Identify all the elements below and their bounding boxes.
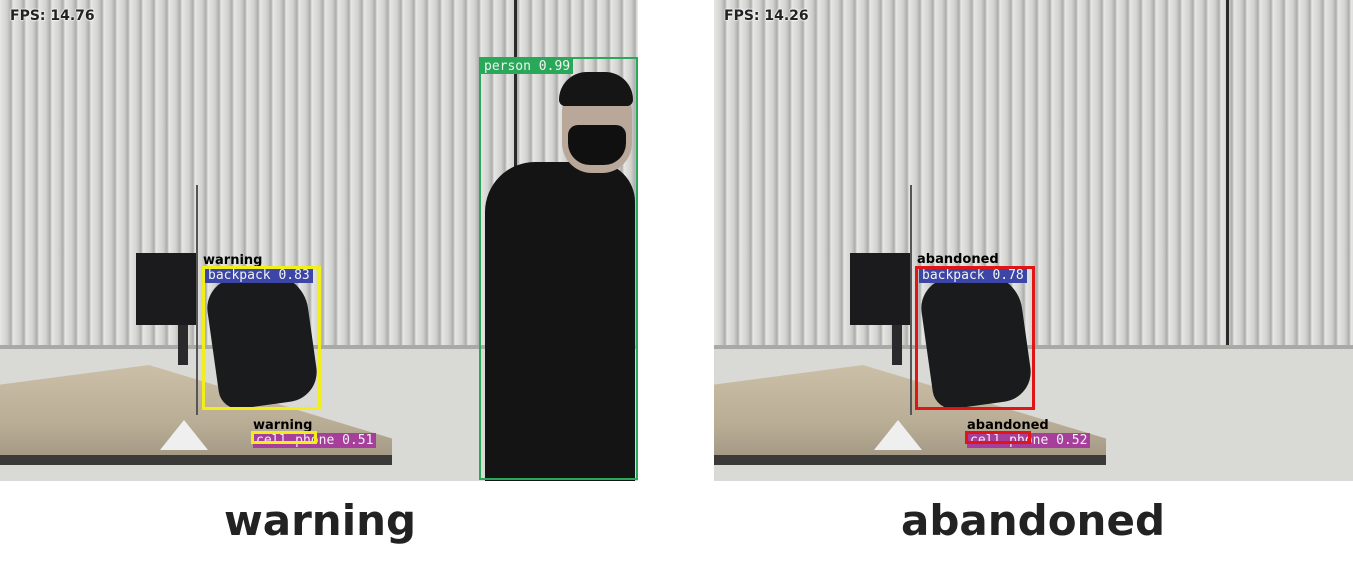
monitor — [136, 253, 196, 325]
stand-pole — [196, 185, 198, 415]
monitor-stand — [178, 325, 188, 365]
caption-warning: warning — [223, 496, 417, 545]
video-frame-left: FPS: 14.76 person 0.99 warning backpack … — [0, 0, 638, 481]
desk-edge — [714, 455, 1106, 465]
fps-counter: FPS: 14.26 — [724, 8, 809, 24]
person-bounding-box — [479, 57, 638, 480]
video-frame-right: FPS: 14.26 abandoned backpack 0.78 aband… — [714, 0, 1353, 481]
desk-edge — [0, 455, 392, 465]
white-stand — [160, 420, 208, 450]
caption-abandoned: abandoned — [900, 496, 1166, 545]
white-stand — [874, 420, 922, 450]
blind-gap — [1226, 0, 1229, 345]
fps-counter: FPS: 14.76 — [10, 8, 95, 24]
backpack-state-label: abandoned — [917, 252, 999, 267]
backpack-bounding-box — [915, 266, 1035, 410]
stand-pole — [910, 185, 912, 415]
cell-phone-bounding-box — [965, 431, 1031, 444]
backpack-bounding-box — [202, 266, 321, 410]
person-detection-label: person 0.99 — [481, 59, 574, 74]
monitor-stand — [892, 325, 902, 365]
cell-phone-bounding-box — [251, 431, 317, 444]
monitor — [850, 253, 910, 325]
